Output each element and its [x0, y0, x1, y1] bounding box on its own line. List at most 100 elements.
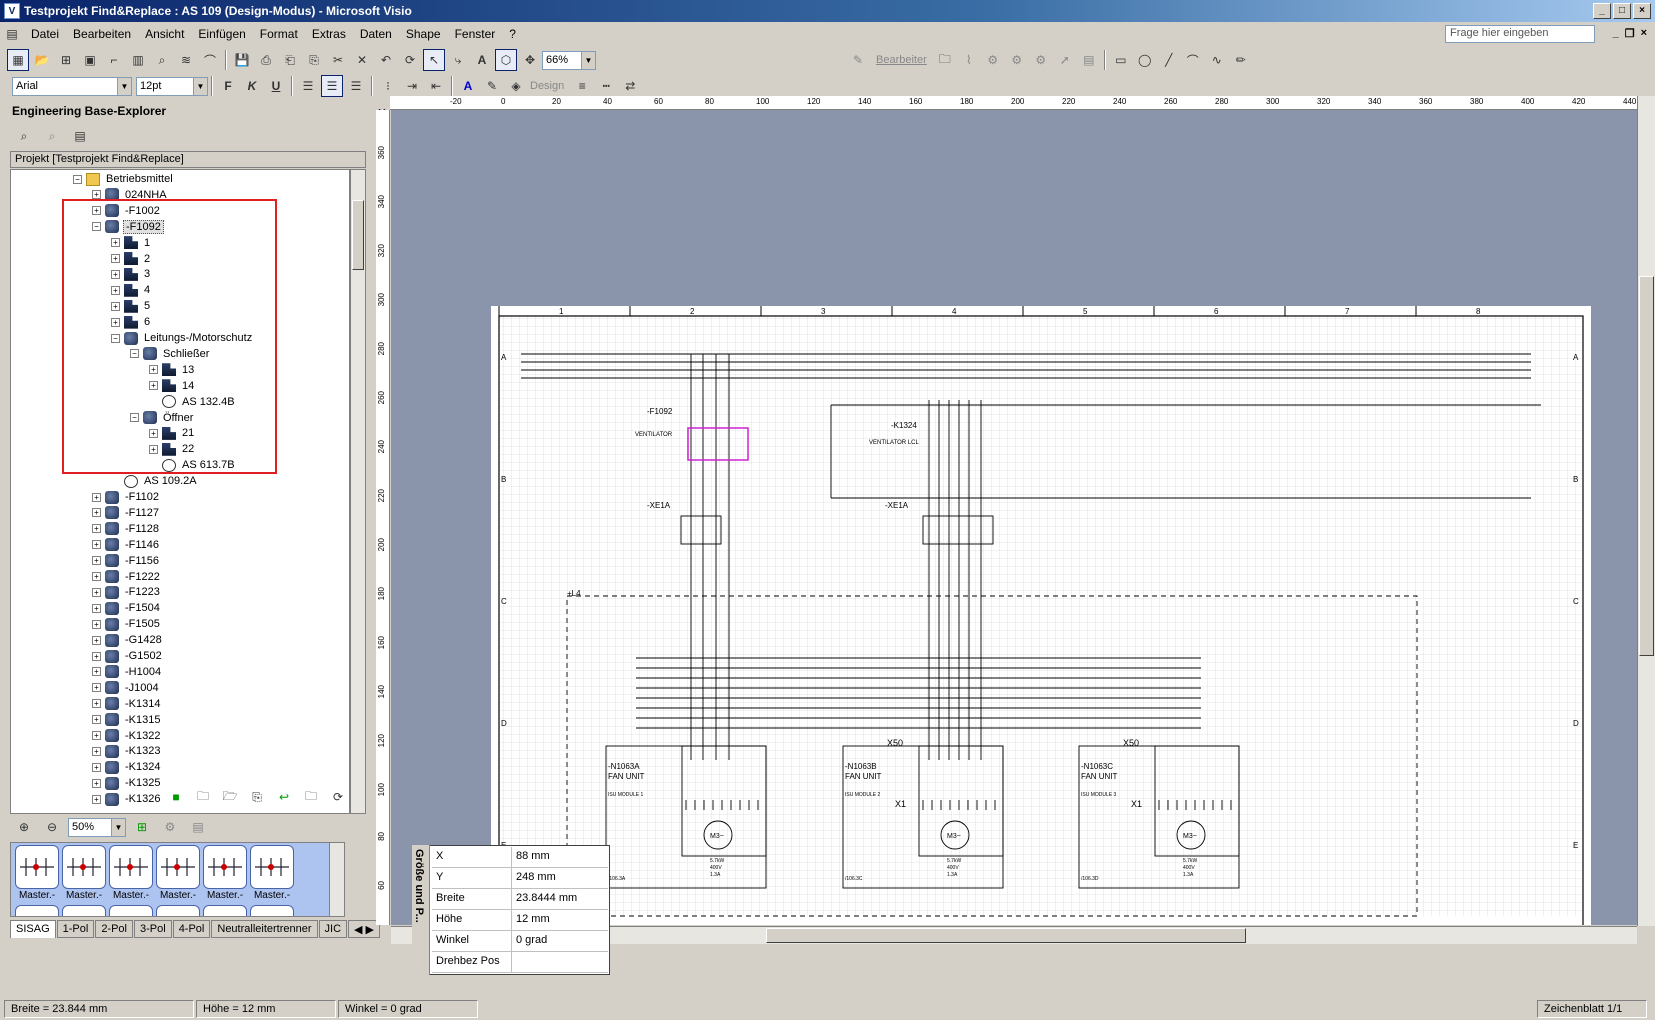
tree-item[interactable]: + -F1102	[92, 489, 161, 505]
cut-icon[interactable]: ✂	[327, 49, 349, 71]
grid-icon[interactable]: ⊞	[131, 816, 153, 838]
tree-icon[interactable]: ⊞	[55, 49, 77, 71]
freeform-tool-icon[interactable]: ∿	[1206, 49, 1228, 71]
size-position-row[interactable]: Drehbez Pos	[432, 952, 608, 973]
save-icon[interactable]: 💾	[231, 49, 253, 71]
stencil-master-shape[interactable]	[250, 845, 294, 889]
tree-item[interactable]: + -F1127	[92, 505, 161, 521]
print-setup-icon[interactable]: ⎘	[303, 49, 325, 71]
mdi-restore-button[interactable]: ❐	[1625, 27, 1635, 40]
bold-button[interactable]: F	[217, 75, 239, 97]
size-position-row[interactable]: Höhe 12 mm	[432, 910, 608, 931]
tree-item[interactable]: + -K1324	[92, 759, 162, 775]
mdi-minimize-button[interactable]: _	[1613, 27, 1619, 40]
tree-item[interactable]: + -K1314	[92, 696, 162, 712]
tree-item[interactable]: + -J1004	[92, 680, 161, 696]
expand-icon[interactable]: +	[92, 715, 101, 725]
tree-item[interactable]: + -F1223	[92, 584, 162, 600]
search-advanced-icon[interactable]: ⌕	[41, 125, 63, 147]
design-button[interactable]: Design	[530, 80, 564, 92]
tree-item[interactable]: + -K1322	[92, 728, 162, 744]
undo-icon[interactable]: ↶	[375, 49, 397, 71]
expand-icon[interactable]: +	[92, 587, 101, 597]
tree-item[interactable]: + -K1323	[92, 743, 162, 759]
tree-item[interactable]: + -F1146	[92, 537, 161, 553]
connector-tool-icon[interactable]: ⤷	[447, 49, 469, 71]
stencil-tab[interactable]: JIC	[318, 920, 348, 938]
expand-icon[interactable]: +	[92, 603, 101, 613]
gear3-icon[interactable]: ⚙	[1030, 49, 1052, 71]
menu-bearbeiten[interactable]: Bearbeiten	[66, 25, 138, 43]
stencil-master-shape[interactable]	[109, 845, 153, 889]
expand-icon[interactable]: +	[92, 667, 101, 677]
connector-icon[interactable]: ⌐	[103, 49, 125, 71]
stencil-master-shape[interactable]	[62, 845, 106, 889]
menu-datei[interactable]: Datei	[24, 25, 66, 43]
refresh-icon[interactable]: ⟳	[399, 49, 421, 71]
font-color-icon[interactable]: A	[457, 75, 479, 97]
stencil-props-icon[interactable]: ▤	[187, 816, 209, 838]
drawing-sheet[interactable]: 12345678 AABBCCDDEE -F1092VENTILATOR-K13…	[391, 110, 1646, 925]
stencil-master-shape[interactable]	[203, 845, 247, 889]
outdent-icon[interactable]: ⇤	[425, 75, 447, 97]
zoom-out-icon[interactable]: ⊖	[41, 816, 63, 838]
property-value[interactable]: 23.8444 mm	[512, 889, 581, 909]
table-icon[interactable]: ▤	[1078, 49, 1100, 71]
stencil-tab[interactable]: 1-Pol	[56, 920, 95, 938]
explorer-toggle-icon[interactable]: ▦	[7, 49, 29, 71]
size-position-row[interactable]: Breite 23.8444 mm	[432, 889, 608, 910]
tree-item[interactable]: + -H1004	[92, 664, 163, 680]
h-scroll-thumb[interactable]	[766, 928, 1246, 943]
expand-icon[interactable]: +	[92, 762, 101, 772]
property-value[interactable]	[512, 952, 520, 972]
ellipse-tool-icon[interactable]: ◯	[1134, 49, 1156, 71]
maximize-button[interactable]: □	[1613, 3, 1631, 19]
folder-edit-icon[interactable]: 🗁	[219, 786, 241, 808]
expand-icon[interactable]: +	[92, 572, 101, 581]
menu-help[interactable]: ?	[502, 25, 523, 43]
collapse-icon[interactable]: −	[73, 174, 82, 184]
wire-icon[interactable]: ⌒	[199, 49, 221, 71]
pointer-tool-icon[interactable]: ↖	[423, 49, 445, 71]
edit-pen-icon[interactable]: ✎	[847, 49, 869, 71]
expand-icon[interactable]: +	[92, 619, 101, 629]
menu-daten[interactable]: Daten	[353, 25, 399, 43]
expand-icon[interactable]: +	[92, 731, 101, 740]
drawing-canvas[interactable]: 12345678 AABBCCDDEE -F1092VENTILATOR-K13…	[391, 110, 1646, 925]
property-value[interactable]: 12 mm	[512, 910, 554, 930]
stencil-master-shape[interactable]	[15, 845, 59, 889]
print-preview-icon[interactable]: ⎗	[279, 49, 301, 71]
menu-format[interactable]: Format	[253, 25, 305, 43]
stencil-master-shape[interactable]	[156, 845, 200, 889]
font-size-combo[interactable]: 12pt ▼	[136, 76, 208, 96]
menu-shape[interactable]: Shape	[399, 25, 448, 43]
tree-item[interactable]: AS 109.2A	[111, 473, 199, 489]
line-ends-icon[interactable]: ⇄	[619, 75, 641, 97]
expand-icon[interactable]: +	[92, 524, 101, 534]
tree-item[interactable]: + -F1128	[92, 521, 161, 537]
size-position-row[interactable]: Y 248 mm	[432, 868, 608, 889]
brush-icon[interactable]: ⌇	[958, 49, 980, 71]
arc-tool-icon[interactable]: ⌒	[1182, 49, 1204, 71]
pan-icon[interactable]: ✥	[519, 49, 541, 71]
arrow-tool-icon[interactable]: ➚	[1054, 49, 1076, 71]
document-icon[interactable]: ▤	[1, 23, 23, 45]
zoom-in-icon[interactable]: ⊕	[13, 816, 35, 838]
line-weight-icon[interactable]: ≡	[571, 75, 593, 97]
tree-item[interactable]: + -G1502	[92, 648, 164, 664]
back-arrow-icon[interactable]: ↩	[273, 786, 295, 808]
mdi-close-button[interactable]: ×	[1641, 27, 1647, 40]
folder-icon[interactable]: 🗀	[934, 49, 956, 71]
menu-extras[interactable]: Extras	[305, 25, 353, 43]
tree-item[interactable]: + -F1156	[92, 553, 161, 569]
tree-item[interactable]: + -F1505	[92, 616, 162, 632]
tree-scroll-thumb[interactable]	[352, 200, 364, 270]
layers-icon[interactable]: ≋	[175, 49, 197, 71]
copy-icon[interactable]: ⎘	[246, 786, 268, 808]
v-scroll-thumb[interactable]	[1639, 276, 1654, 656]
vertical-scrollbar[interactable]	[1637, 96, 1655, 926]
stencil-master-shape[interactable]	[250, 905, 294, 916]
search-icon[interactable]: ⌕	[13, 125, 35, 147]
ask-question-input[interactable]: Frage hier eingeben	[1445, 25, 1595, 43]
new-icon[interactable]: ■	[165, 786, 187, 808]
